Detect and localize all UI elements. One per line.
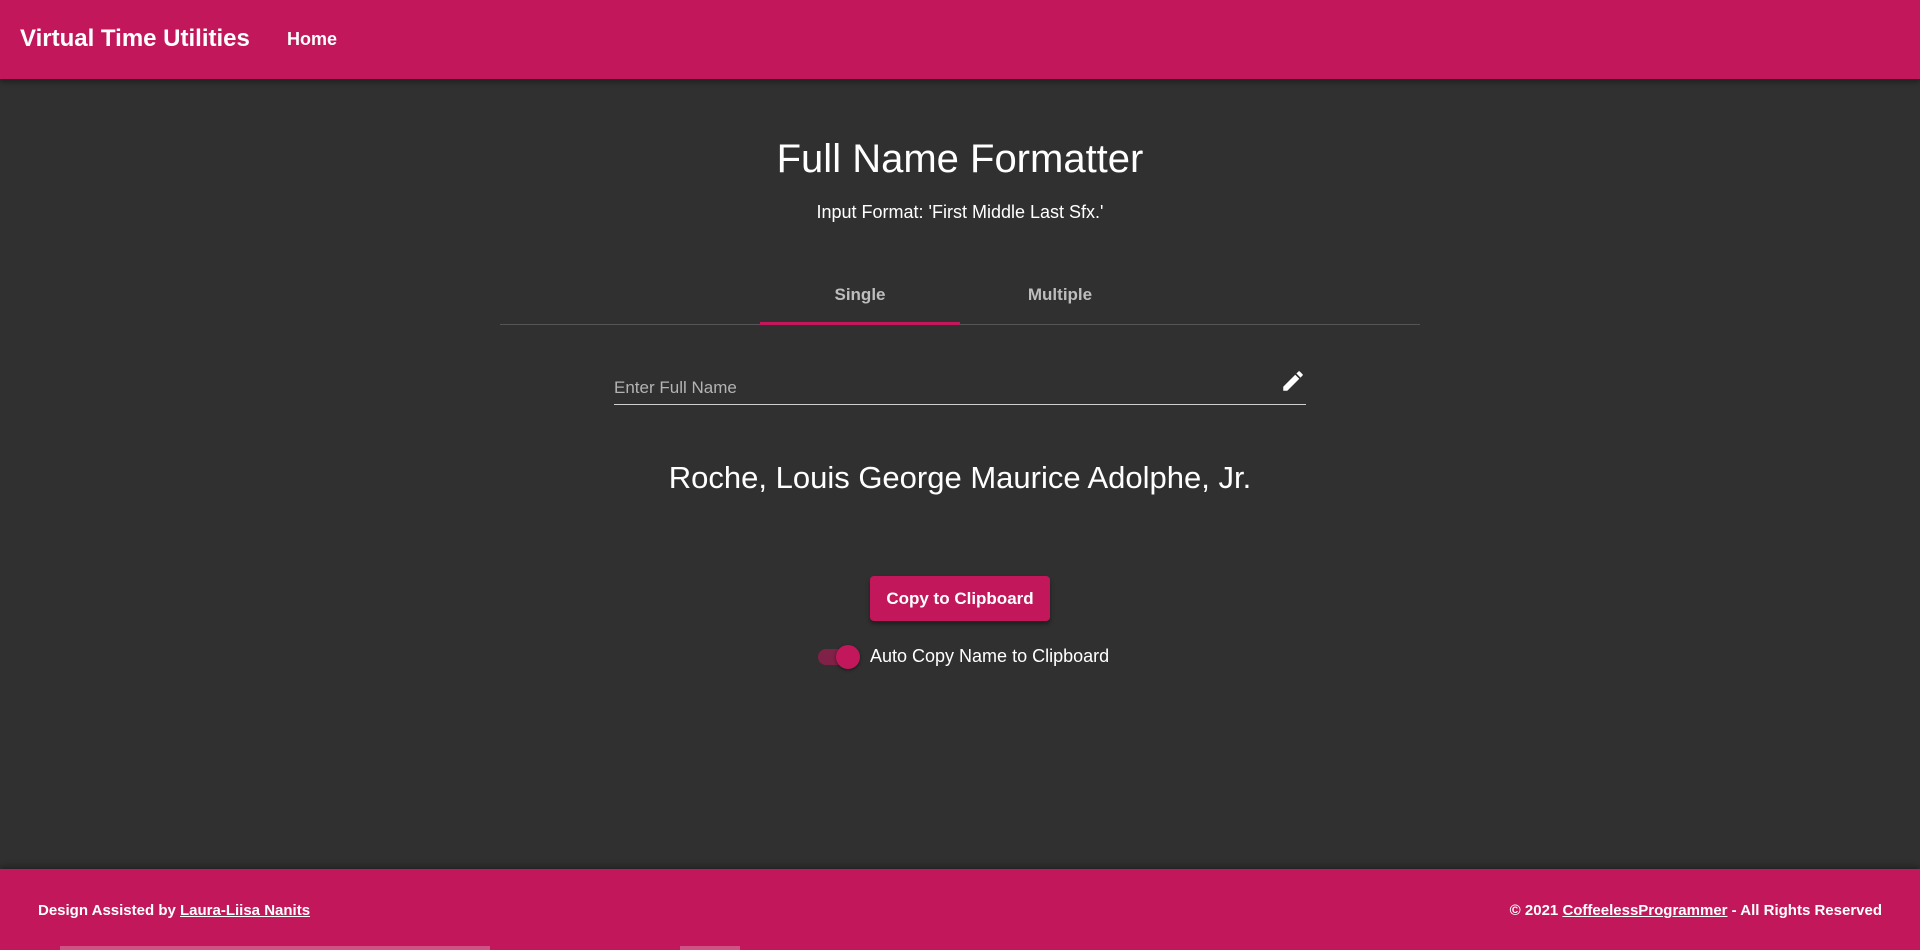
input-format-subtitle: Input Format: 'First Middle Last Sfx.' [816, 202, 1104, 222]
footer-design-credit: Design Assisted by Laura-Liisa Nanits [38, 901, 310, 921]
auto-copy-label[interactable]: Auto Copy Name to Clipboard [870, 644, 1109, 668]
tab-multiple[interactable]: Multiple [960, 270, 1160, 324]
formatted-name-result: Roche, Louis George Maurice Adolphe, Jr. [668, 460, 1252, 495]
footer-copyright: © 2021 CoffeelessProgrammer - All Rights… [1510, 901, 1882, 921]
top-toolbar: Virtual Time Utilities Home [0, 0, 1920, 79]
copyright-suffix: - All Rights Reserved [1727, 902, 1882, 919]
footer: Design Assisted by Laura-Liisa Nanits © … [0, 869, 1920, 950]
tab-single[interactable]: Single [760, 270, 960, 324]
auto-copy-toggle[interactable] [816, 642, 862, 670]
design-credit-prefix: Design Assisted by [38, 902, 180, 919]
scroll-indicator [60, 946, 490, 950]
pencil-icon [1280, 368, 1306, 394]
tab-bar: Single Multiple [500, 270, 1420, 325]
toggle-thumb [836, 645, 860, 669]
full-name-field [614, 362, 1306, 405]
copy-to-clipboard-button[interactable]: Copy to Clipboard [870, 576, 1050, 621]
scroll-indicator [680, 946, 740, 950]
app-title[interactable]: Virtual Time Utilities [20, 24, 250, 54]
designer-link[interactable]: Laura-Liisa Nanits [180, 902, 310, 919]
auto-copy-row: Auto Copy Name to Clipboard [816, 642, 1109, 670]
nav-home-link[interactable]: Home [287, 28, 337, 50]
author-link[interactable]: CoffeelessProgrammer [1562, 902, 1727, 919]
copyright-prefix: © 2021 [1509, 902, 1563, 919]
page-title: Full Name Formatter [776, 137, 1144, 181]
active-tab-indicator [760, 322, 960, 325]
full-name-input[interactable] [614, 374, 1254, 402]
